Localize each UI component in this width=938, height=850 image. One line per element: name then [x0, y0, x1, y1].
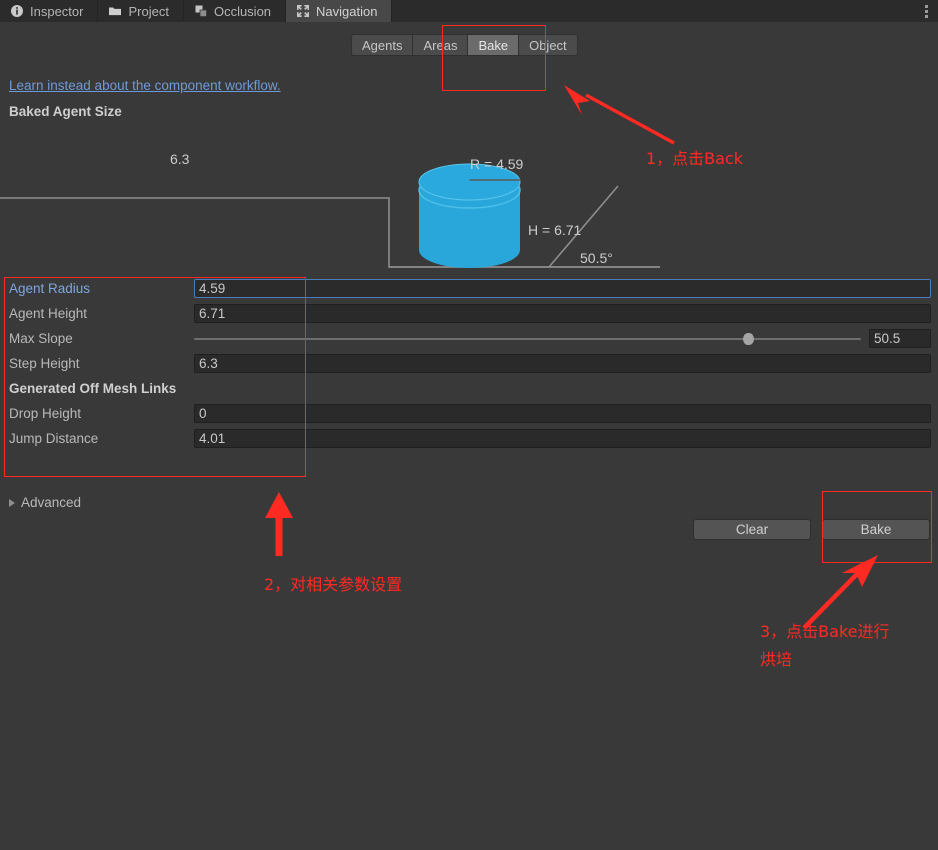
annotation-step-2: 2，对相关参数设置 — [264, 575, 403, 594]
tab-strip-filler — [392, 0, 914, 22]
diagram-height-label: H = 6.71 — [528, 222, 582, 238]
tab-inspector-label: Inspector — [30, 3, 84, 19]
diagram-step-label: 6.3 — [170, 151, 190, 167]
property-row-agent-radius: Agent Radius 4.59 — [0, 276, 938, 301]
property-row-step-height: Step Height 6.3 — [0, 351, 938, 376]
diagram-slope-label: 50.5° — [580, 250, 613, 266]
offmesh-section-heading-row: Generated Off Mesh Links — [0, 376, 938, 401]
toolbar-button-object[interactable]: Object — [518, 34, 578, 56]
folder-icon — [108, 4, 122, 18]
max-slope-slider[interactable] — [194, 332, 861, 346]
tab-occlusion[interactable]: Occlusion — [183, 0, 287, 22]
agent-size-diagram: 6.3 R = 4.59 H = 6.71 50.5° — [0, 128, 938, 276]
toolbar-button-bake[interactable]: Bake — [467, 34, 519, 56]
max-slope-slider-handle[interactable] — [742, 332, 754, 345]
tab-inspector[interactable]: Inspector — [0, 0, 99, 22]
property-row-drop-height: Drop Height 0 — [0, 401, 938, 426]
agent-radius-label: Agent Radius — [9, 281, 91, 296]
occlusion-icon — [194, 4, 208, 18]
unity-navigation-window: Inspector Project Occlusion Navigation A… — [0, 0, 938, 850]
annotation-step-3-line1: 3，点击Bake进行 — [760, 622, 890, 641]
clear-button[interactable]: Clear — [693, 519, 811, 540]
navigation-icon — [296, 4, 310, 18]
agent-height-label: Agent Height — [9, 306, 88, 321]
toolbar-button-areas[interactable]: Areas — [412, 34, 468, 56]
info-icon — [10, 4, 24, 18]
agent-size-diagram-svg — [0, 163, 660, 268]
jump-distance-label: Jump Distance — [9, 431, 99, 446]
annotation-step-3-line2: 烘培 — [760, 650, 793, 669]
kebab-menu-icon[interactable] — [914, 0, 938, 22]
annotation-step-1: 1，点击Back — [646, 149, 744, 168]
toolbar-button-agents[interactable]: Agents — [351, 34, 413, 56]
advanced-foldout[interactable]: Advanced — [9, 495, 81, 510]
step-height-label: Step Height — [9, 356, 80, 371]
tab-project-label: Project — [128, 3, 169, 19]
tab-navigation-label: Navigation — [316, 3, 378, 19]
step-height-input[interactable]: 6.3 — [194, 354, 931, 373]
property-row-agent-height: Agent Height 6.71 — [0, 301, 938, 326]
advanced-foldout-label: Advanced — [21, 495, 82, 510]
max-slope-slider-track — [194, 337, 861, 340]
bake-button[interactable]: Bake — [822, 519, 930, 540]
tab-navigation[interactable]: Navigation — [286, 0, 393, 22]
diagram-radius-label: R = 4.59 — [470, 156, 524, 172]
agent-radius-input[interactable]: 4.59 — [194, 279, 931, 298]
editor-tab-strip: Inspector Project Occlusion Navigation — [0, 0, 938, 22]
component-workflow-link[interactable]: Learn instead about the component workfl… — [9, 78, 281, 93]
property-row-jump-distance: Jump Distance 4.01 — [0, 426, 938, 451]
jump-distance-input[interactable]: 4.01 — [194, 429, 931, 448]
baked-agent-size-heading: Baked Agent Size — [9, 104, 122, 119]
tab-occlusion-label: Occlusion — [213, 3, 272, 19]
tab-project[interactable]: Project — [98, 0, 184, 22]
max-slope-input[interactable]: 50.5 — [869, 329, 931, 348]
navigation-mode-toolbar: Agents Areas Bake Object — [351, 34, 578, 56]
navigation-panel: Agents Areas Bake Object Learn instead a… — [0, 22, 938, 850]
agent-height-input[interactable]: 6.71 — [194, 304, 931, 323]
bake-settings-list: Agent Radius 4.59 Agent Height 6.71 Max … — [0, 276, 938, 451]
chevron-right-icon — [9, 498, 15, 507]
max-slope-label: Max Slope — [9, 331, 73, 346]
property-row-max-slope: Max Slope 50.5 — [0, 326, 938, 351]
generated-off-mesh-links-heading: Generated Off Mesh Links — [9, 381, 177, 396]
drop-height-input[interactable]: 0 — [194, 404, 931, 423]
drop-height-label: Drop Height — [9, 406, 82, 421]
